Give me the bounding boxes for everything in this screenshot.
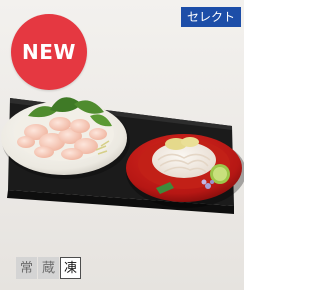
select-tag: セレクト [180,7,241,27]
select-tag-label: セレクト [186,10,235,24]
storage-frozen: 凍 [60,257,81,279]
red-plate-dish [126,134,244,208]
storage-refrigerated: 蔵 [38,257,59,279]
storage-ambient: 常 [16,257,37,279]
product-card[interactable]: NEW セレクト 常 蔵 凍 [0,0,244,290]
storage-type-indicator: 常 蔵 凍 [16,257,81,279]
new-badge-label: NEW [22,40,76,64]
new-badge: NEW [11,14,87,90]
